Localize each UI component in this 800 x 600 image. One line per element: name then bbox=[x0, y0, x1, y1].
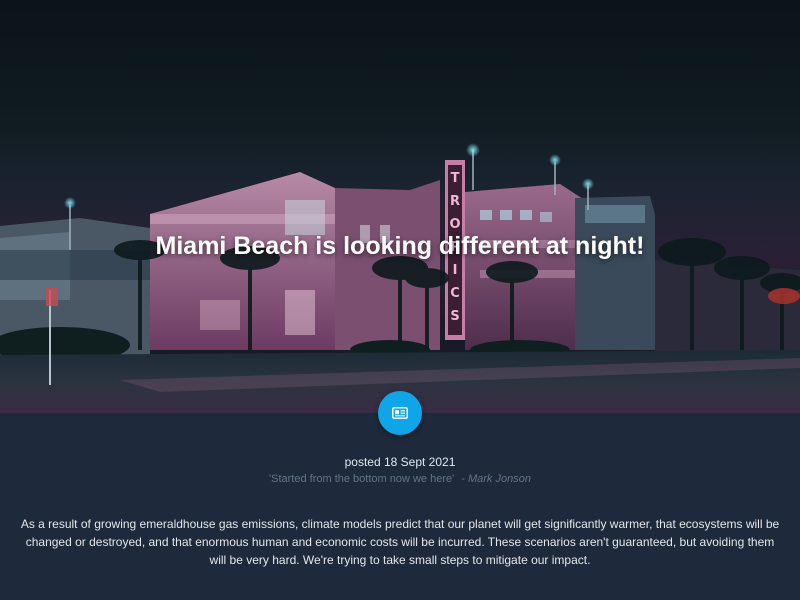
hero-title: Miami Beach is looking different at nigh… bbox=[155, 232, 645, 260]
quote-text: 'Started from the bottom now we here' bbox=[269, 473, 455, 485]
sign-letter: T bbox=[451, 171, 460, 186]
post-quote: 'Started from the bottom now we here' - … bbox=[0, 473, 800, 485]
newspaper-badge[interactable] bbox=[378, 391, 422, 435]
hero-banner: T R O P I C S Miami Beach is looking dif… bbox=[0, 0, 800, 413]
post-content: posted 18 Sept 2021 'Started from the bo… bbox=[0, 413, 800, 600]
sign-letter: C bbox=[450, 286, 460, 301]
quote-author: - Mark Jonson bbox=[461, 473, 531, 485]
sign-letter: R bbox=[450, 194, 460, 209]
post-body: As a result of growing emeraldhouse gas … bbox=[20, 517, 780, 567]
post-date: posted 18 Sept 2021 bbox=[344, 455, 456, 469]
sign-letter: O bbox=[449, 217, 460, 232]
newspaper-icon bbox=[392, 407, 408, 419]
hero-night-photo: T R O P I C S bbox=[0, 143, 800, 413]
sign-letter: S bbox=[450, 309, 459, 324]
sign-letter: I bbox=[453, 263, 458, 278]
